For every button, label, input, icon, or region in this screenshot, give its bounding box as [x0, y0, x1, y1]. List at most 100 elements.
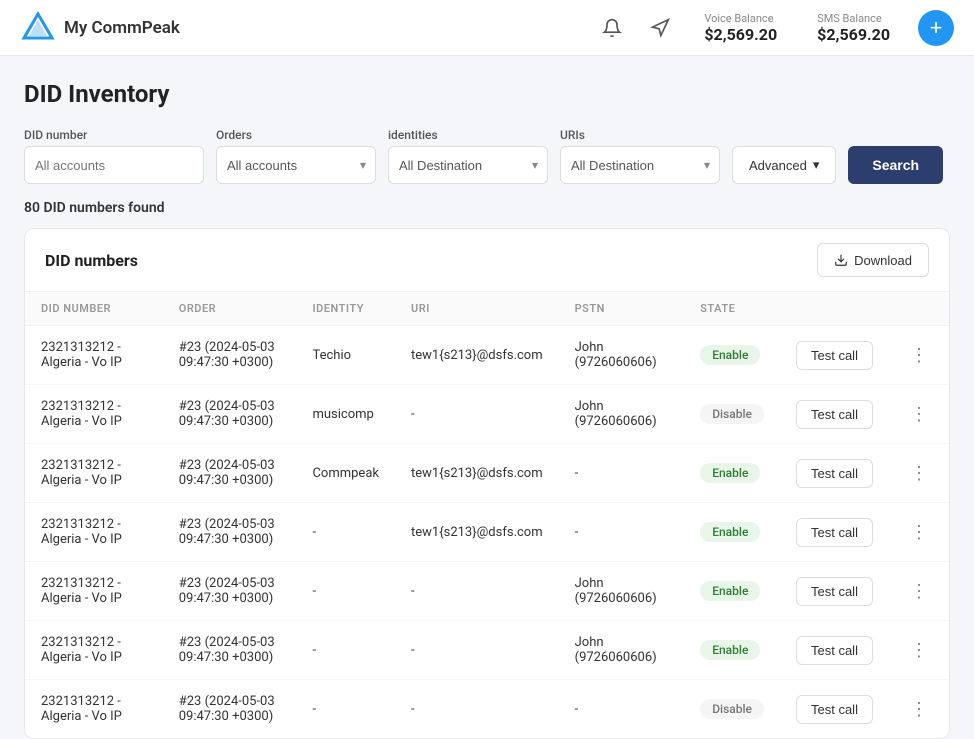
cell-state: Disable	[684, 680, 780, 739]
identities-label: identities	[388, 128, 548, 142]
cell-pstn: -	[559, 444, 685, 503]
cell-state: Enable	[684, 503, 780, 562]
cell-test-call: Test call	[780, 503, 889, 562]
more-options-button[interactable]: ⋮	[905, 636, 933, 664]
cell-test-call: Test call	[780, 621, 889, 680]
col-more	[889, 292, 949, 326]
uris-select[interactable]: All Destination	[560, 146, 720, 184]
cell-test-call: Test call	[780, 326, 889, 385]
did-number-label: DID number	[24, 128, 204, 142]
did-numbers-table: DID NUMBER ORDER IDENTITY URI PSTN STATE…	[25, 292, 949, 738]
test-call-button[interactable]: Test call	[796, 459, 873, 488]
test-call-button[interactable]: Test call	[796, 636, 873, 665]
identities-select[interactable]: All Destination	[388, 146, 548, 184]
identities-filter-group: identities All Destination	[388, 128, 548, 184]
cell-identity: Commpeak	[296, 444, 395, 503]
cell-uri: -	[395, 680, 559, 739]
test-call-button[interactable]: Test call	[796, 518, 873, 547]
cell-order: #23 (2024-05-03 09:47:30 +0300)	[163, 326, 297, 385]
state-badge: Enable	[700, 522, 760, 542]
cell-uri: -	[395, 562, 559, 621]
cell-order: #23 (2024-05-03 09:47:30 +0300)	[163, 385, 297, 444]
cell-test-call: Test call	[780, 680, 889, 739]
cell-state: Disable	[684, 385, 780, 444]
cell-pstn: John (9726060606)	[559, 621, 685, 680]
orders-filter-group: Orders All accounts	[216, 128, 376, 184]
announcements-button[interactable]	[644, 12, 676, 44]
cell-did-number: 2321313212 - Algeria - Vo IP	[25, 326, 163, 385]
orders-label: Orders	[216, 128, 376, 142]
logo-icon	[20, 10, 56, 46]
cell-order: #23 (2024-05-03 09:47:30 +0300)	[163, 444, 297, 503]
cell-test-call: Test call	[780, 385, 889, 444]
table-title: DID numbers	[45, 251, 138, 270]
test-call-button[interactable]: Test call	[796, 341, 873, 370]
state-badge: Disable	[700, 699, 764, 719]
cell-identity: -	[296, 680, 395, 739]
cell-dots: ⋮	[889, 562, 949, 621]
notifications-button[interactable]	[596, 12, 628, 44]
cell-order: #23 (2024-05-03 09:47:30 +0300)	[163, 503, 297, 562]
cell-pstn: -	[559, 680, 685, 739]
test-call-button[interactable]: Test call	[796, 577, 873, 606]
add-button[interactable]: +	[918, 10, 954, 46]
more-options-button[interactable]: ⋮	[905, 400, 933, 428]
more-options-button[interactable]: ⋮	[905, 695, 933, 723]
table-row: 2321313212 - Algeria - Vo IP #23 (2024-0…	[25, 444, 949, 503]
cell-state: Enable	[684, 326, 780, 385]
more-options-button[interactable]: ⋮	[905, 518, 933, 546]
col-state: STATE	[684, 292, 780, 326]
did-number-input[interactable]	[24, 146, 204, 184]
page-title: DID Inventory	[24, 80, 950, 108]
table-row: 2321313212 - Algeria - Vo IP #23 (2024-0…	[25, 326, 949, 385]
cell-dots: ⋮	[889, 385, 949, 444]
more-options-button[interactable]: ⋮	[905, 459, 933, 487]
cell-order: #23 (2024-05-03 09:47:30 +0300)	[163, 680, 297, 739]
voice-balance-value: $2,569.20	[704, 25, 777, 44]
logo-text: My CommPeak	[64, 18, 180, 38]
table-body: 2321313212 - Algeria - Vo IP #23 (2024-0…	[25, 326, 949, 739]
cell-identity: -	[296, 503, 395, 562]
cell-identity: Techio	[296, 326, 395, 385]
download-icon	[834, 253, 848, 267]
cell-pstn: John (9726060606)	[559, 385, 685, 444]
sms-balance-label: SMS Balance	[817, 12, 882, 25]
state-badge: Enable	[700, 640, 760, 660]
sms-balance-block: SMS Balance $2,569.20	[805, 12, 902, 44]
cell-identity: -	[296, 621, 395, 680]
bell-icon	[602, 18, 622, 38]
search-button[interactable]: Search	[848, 146, 943, 184]
cell-did-number: 2321313212 - Algeria - Vo IP	[25, 385, 163, 444]
cell-did-number: 2321313212 - Algeria - Vo IP	[25, 562, 163, 621]
more-options-button[interactable]: ⋮	[905, 341, 933, 369]
cell-state: Enable	[684, 444, 780, 503]
identities-select-wrapper: All Destination	[388, 146, 548, 184]
col-order: ORDER	[163, 292, 297, 326]
table-row: 2321313212 - Algeria - Vo IP #23 (2024-0…	[25, 503, 949, 562]
col-did-number: DID NUMBER	[25, 292, 163, 326]
test-call-button[interactable]: Test call	[796, 695, 873, 724]
col-identity: IDENTITY	[296, 292, 395, 326]
cell-identity: -	[296, 562, 395, 621]
cell-did-number: 2321313212 - Algeria - Vo IP	[25, 444, 163, 503]
did-number-filter-group: DID number	[24, 128, 204, 184]
state-badge: Enable	[700, 345, 760, 365]
more-options-button[interactable]: ⋮	[905, 577, 933, 605]
download-button[interactable]: Download	[817, 243, 929, 277]
cell-did-number: 2321313212 - Algeria - Vo IP	[25, 503, 163, 562]
orders-select[interactable]: All accounts	[216, 146, 376, 184]
test-call-button[interactable]: Test call	[796, 400, 873, 429]
cell-state: Enable	[684, 562, 780, 621]
cell-uri: tew1{s213}@dsfs.com	[395, 503, 559, 562]
logo-area: My CommPeak	[20, 10, 584, 46]
advanced-button[interactable]: Advanced ▾	[732, 146, 836, 184]
cell-uri: -	[395, 385, 559, 444]
cell-test-call: Test call	[780, 562, 889, 621]
cell-test-call: Test call	[780, 444, 889, 503]
table-row: 2321313212 - Algeria - Vo IP #23 (2024-0…	[25, 621, 949, 680]
cell-order: #23 (2024-05-03 09:47:30 +0300)	[163, 621, 297, 680]
state-badge: Enable	[700, 581, 760, 601]
cell-dots: ⋮	[889, 503, 949, 562]
header-icons: Voice Balance $2,569.20 SMS Balance $2,5…	[596, 10, 954, 46]
col-actions	[780, 292, 889, 326]
